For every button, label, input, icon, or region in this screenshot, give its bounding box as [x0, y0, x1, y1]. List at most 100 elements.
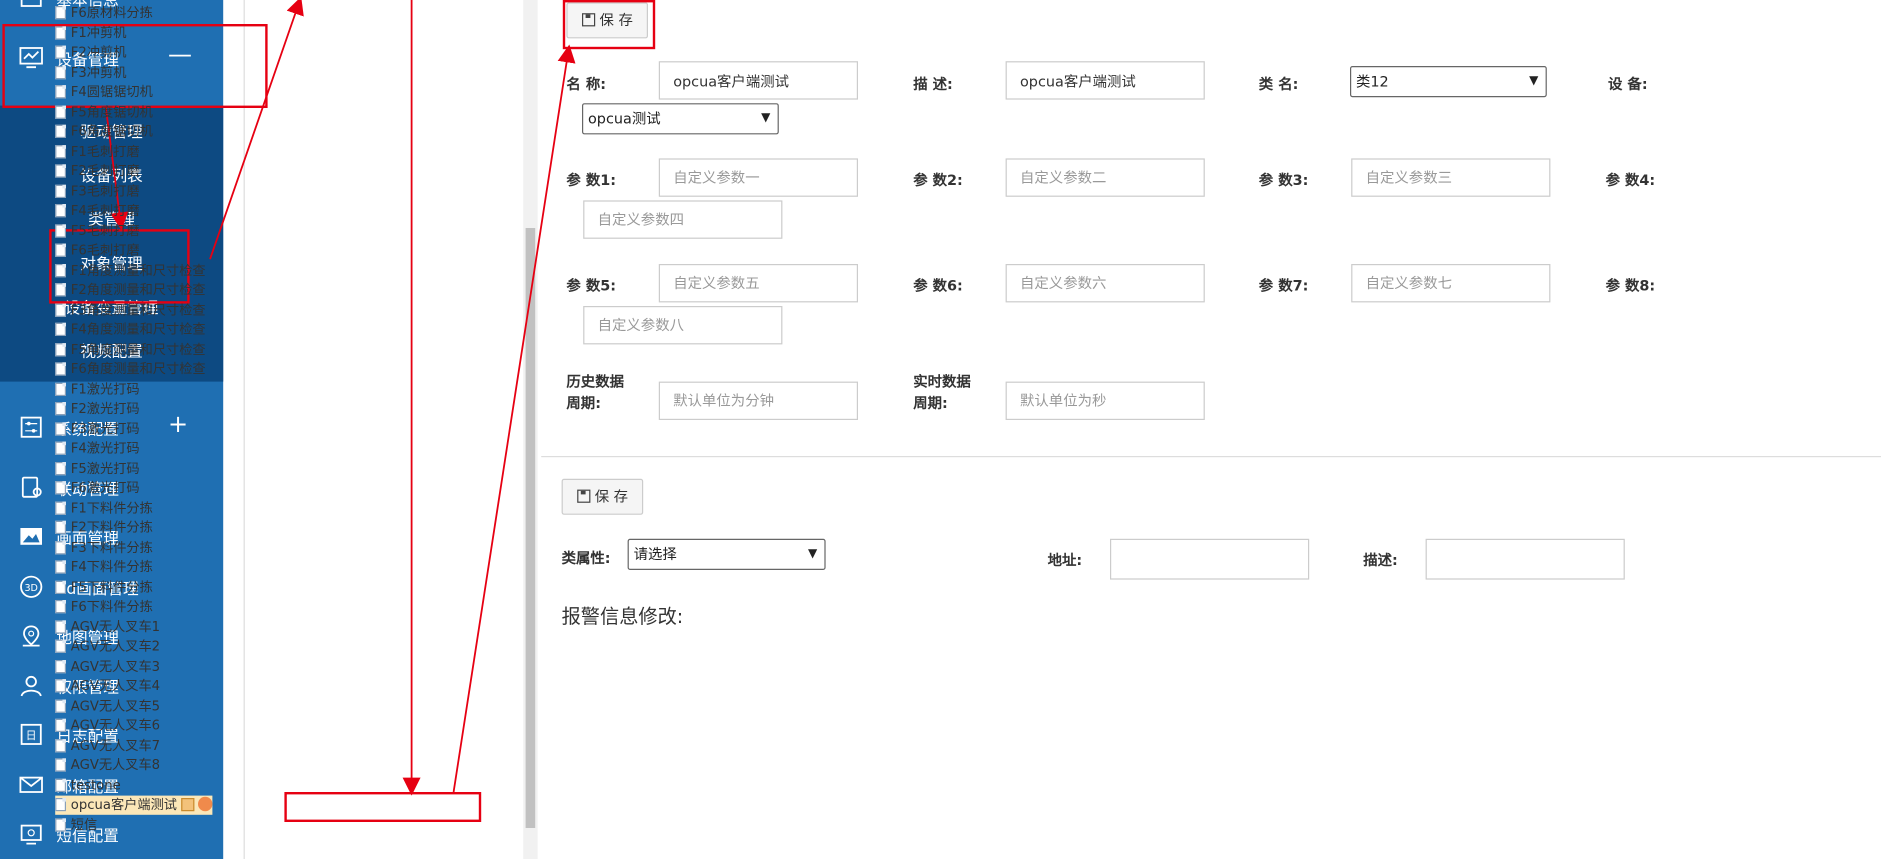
tree-node-label: AGV无人叉车8	[70, 757, 161, 773]
tree-node[interactable]: F3冲剪机	[55, 63, 126, 82]
tree-node[interactable]: F3角度测量和尺寸检查	[55, 301, 206, 320]
document-icon	[55, 322, 66, 336]
tree-node[interactable]: AGV无人叉车1	[55, 617, 160, 636]
document-icon	[55, 758, 66, 772]
tree-node[interactable]: 短信	[55, 815, 97, 834]
tree-node-label: F5毛刺打磨	[70, 222, 140, 239]
tree-node-label: F6毛刺打磨	[70, 242, 140, 258]
tree-node-label: F5角度锯切机	[70, 103, 153, 120]
tree-node-label: F2角度测量和尺寸检查	[70, 282, 206, 298]
document-icon	[55, 105, 66, 119]
tree-node[interactable]: F4圆锯锯切机	[55, 83, 153, 102]
document-icon	[55, 124, 66, 138]
tree-node-label: F1激光打码	[70, 381, 140, 397]
tree-node-label: F4圆锯锯切机	[70, 84, 153, 100]
tree-node-label: F6原材料分拣	[70, 4, 153, 21]
tree-node[interactable]: F2冲剪机	[55, 43, 126, 62]
tree-node[interactable]: AGV无人叉车8	[55, 756, 160, 775]
tree-node-label: AGV无人叉车1	[70, 618, 161, 635]
tree-node-label: F4激光打码	[70, 440, 140, 457]
tree-node[interactable]: F3激光打码	[55, 419, 140, 438]
tree-node[interactable]: F6角度测量和尺寸检查	[55, 360, 206, 379]
tree-node[interactable]: AGV无人叉车2	[55, 637, 160, 656]
tree-node[interactable]: AGV无人叉车4	[55, 677, 160, 696]
document-icon	[55, 421, 66, 436]
tree-node[interactable]: F6下料件分拣	[55, 598, 153, 617]
tree-node[interactable]: F2毛刺打磨	[55, 162, 140, 181]
tree-node[interactable]: F4下料件分拣	[55, 558, 153, 577]
tree-node[interactable]: AGV无人叉车5	[55, 697, 160, 716]
tree-node-label: F6角度锯切机	[70, 123, 153, 140]
tree-node-label: F4角度测量和尺寸检查	[70, 321, 206, 338]
document-icon	[55, 65, 66, 79]
tree-node-label: F2冲剪机	[70, 44, 127, 61]
document-icon	[55, 639, 66, 653]
annotation-arrows	[104, 0, 576, 796]
tree-node[interactable]: F4角度测量和尺寸检查	[55, 320, 206, 339]
document-icon	[55, 144, 66, 158]
document-icon	[55, 263, 66, 277]
tree-node[interactable]: F3毛刺打磨	[55, 182, 140, 201]
tree-node[interactable]: F5毛刺打磨	[55, 221, 140, 240]
tree-node[interactable]: F1毛刺打磨	[55, 142, 140, 161]
document-icon	[55, 25, 66, 39]
document-icon	[55, 461, 66, 475]
tree-node[interactable]: F6原材料分拣	[55, 4, 153, 23]
tree-node-label: F3激光打码	[70, 420, 140, 437]
tree-node-label: F1角度测量和尺寸检查	[70, 262, 206, 278]
tree-node-label: AGV无人叉车4	[70, 678, 161, 694]
tree-node-label: F3角度测量和尺寸检查	[70, 301, 206, 318]
document-icon	[55, 382, 66, 396]
tree-node-label: F1毛刺打磨	[70, 143, 140, 159]
tree-node[interactable]: F6激光打码	[55, 479, 140, 498]
edit-icon[interactable]	[181, 798, 195, 812]
tree-node-label: AGV无人叉车2	[70, 638, 161, 654]
tree-node-label: F3下料件分拣	[70, 539, 153, 555]
tree-node[interactable]: F6角度锯切机	[55, 122, 153, 141]
tree-node[interactable]: F1冲剪机	[55, 23, 126, 42]
document-icon	[55, 679, 66, 693]
tree-node-label: 短信	[70, 816, 98, 833]
document-icon	[55, 223, 66, 238]
tree-node[interactable]: F1下料件分拣	[55, 499, 153, 518]
tree-node[interactable]: F1角度测量和尺寸检查	[55, 261, 206, 280]
tree-node-label: F2下料件分拣	[70, 519, 153, 536]
document-icon	[55, 520, 66, 534]
document-icon	[55, 85, 66, 99]
document-icon	[55, 283, 66, 297]
tree-node[interactable]: AGV无人叉车7	[55, 736, 160, 755]
document-icon	[55, 45, 66, 59]
tree-node[interactable]: F5角度测量和尺寸检查	[55, 340, 206, 359]
tree-node[interactable]: F2激光打码	[55, 400, 140, 419]
remove-icon[interactable]	[198, 796, 213, 812]
tree-node[interactable]: AGV无人叉车3	[55, 657, 160, 676]
document-icon	[55, 164, 66, 178]
document-icon	[55, 481, 66, 495]
tree-node[interactable]: F5激光打码	[55, 459, 140, 478]
tree-node[interactable]: AGV无人叉车6	[55, 716, 160, 735]
document-icon	[55, 778, 66, 792]
tree-node-label: opcua客户端测试	[70, 796, 177, 813]
document-icon	[55, 699, 66, 713]
tree-node-label: testone	[70, 777, 121, 793]
tree-node-label: F6激光打码	[70, 480, 140, 496]
tree-node[interactable]: F4激光打码	[55, 439, 140, 458]
tree-node-label: F2毛刺打磨	[70, 163, 140, 179]
document-icon	[55, 402, 66, 416]
document-icon	[55, 243, 66, 257]
tree-node[interactable]: F5下料件分拣	[55, 578, 153, 597]
tree-node[interactable]: F5角度锯切机	[55, 103, 153, 122]
tree-node[interactable]: F1激光打码	[55, 380, 140, 399]
document-icon	[55, 204, 66, 218]
tree-node[interactable]: testone	[55, 776, 121, 795]
tree-node[interactable]: F6毛刺打磨	[55, 241, 140, 260]
tree-node[interactable]: F3下料件分拣	[55, 538, 153, 557]
tree-node-label: AGV无人叉车6	[70, 717, 161, 734]
tree-node-label: F3毛刺打磨	[70, 183, 140, 199]
document-icon	[55, 342, 66, 356]
tree-node[interactable]: F4毛刺打磨	[55, 202, 140, 221]
tree-node[interactable]: opcua客户端测试	[55, 795, 213, 815]
tree-node[interactable]: F2下料件分拣	[55, 518, 153, 537]
document-icon	[55, 718, 66, 732]
tree-node[interactable]: F2角度测量和尺寸检查	[55, 281, 206, 300]
